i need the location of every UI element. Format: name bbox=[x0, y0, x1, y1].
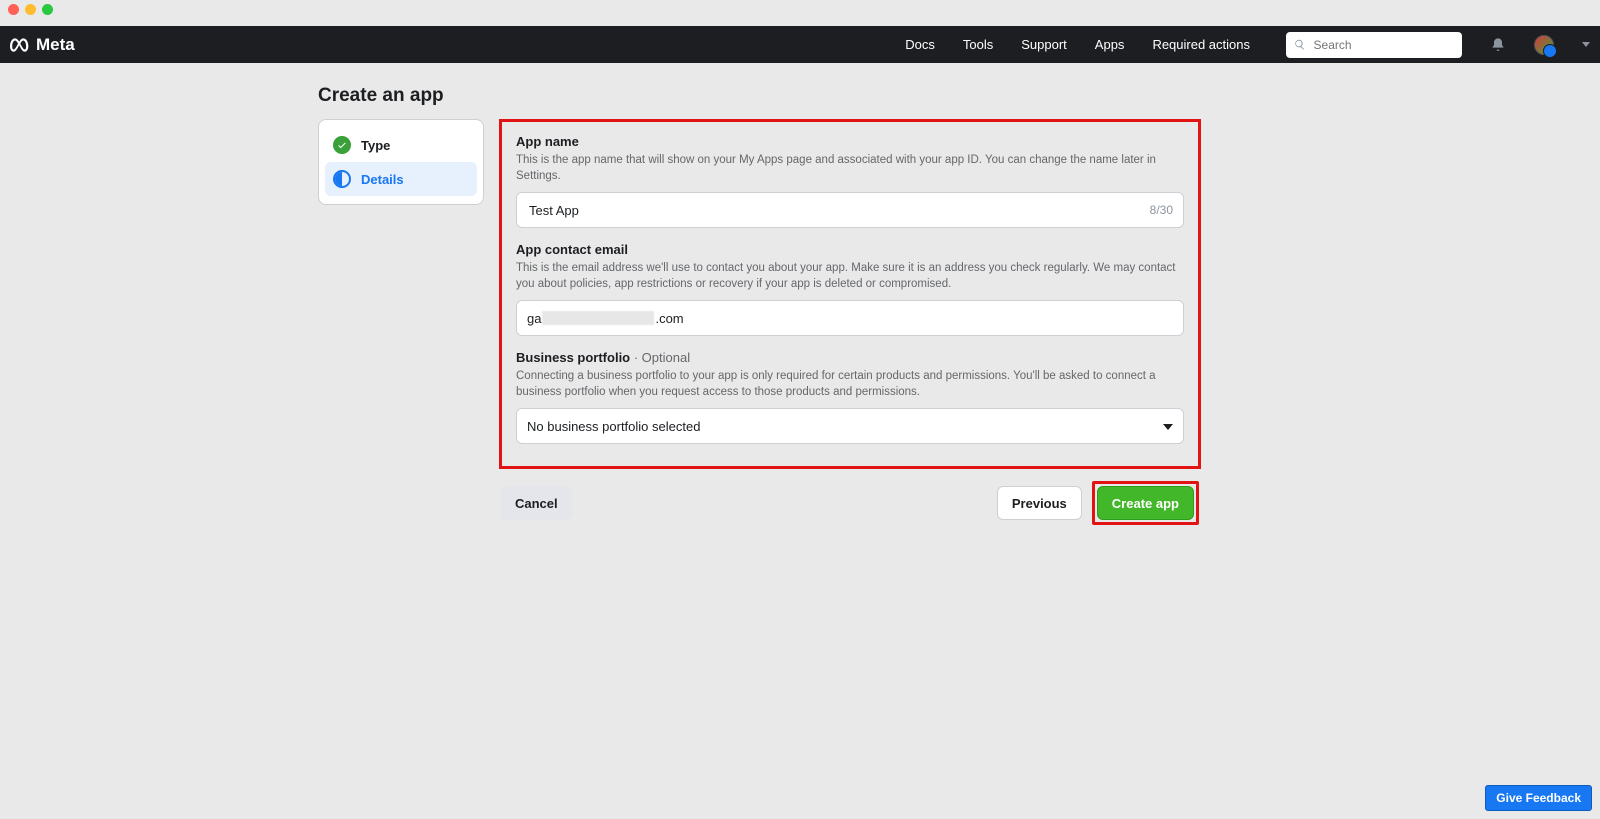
cancel-button[interactable]: Cancel bbox=[501, 486, 572, 520]
field-email: App contact email This is the email addr… bbox=[516, 242, 1184, 336]
app-name-input[interactable] bbox=[527, 202, 1142, 219]
account-menu-chevron-icon[interactable] bbox=[1582, 42, 1590, 47]
meta-logo-icon bbox=[10, 35, 30, 55]
portfolio-label: Business portfolio · Optional bbox=[516, 350, 1184, 365]
email-label: App contact email bbox=[516, 242, 1184, 257]
nav-docs[interactable]: Docs bbox=[905, 37, 935, 52]
nav-support[interactable]: Support bbox=[1021, 37, 1067, 52]
email-desc: This is the email address we'll use to c… bbox=[516, 261, 1184, 292]
step-details[interactable]: Details bbox=[325, 162, 477, 196]
app-name-desc: This is the app name that will show on y… bbox=[516, 153, 1184, 184]
step-details-label: Details bbox=[361, 172, 404, 187]
app-name-counter: 8/30 bbox=[1150, 203, 1173, 217]
window-traffic-lights bbox=[8, 4, 53, 15]
portfolio-desc: Connecting a business portfolio to your … bbox=[516, 369, 1184, 400]
page-title: Create an app bbox=[318, 85, 444, 107]
brand-name: Meta bbox=[36, 35, 75, 55]
zoom-window-dot[interactable] bbox=[42, 4, 53, 15]
half-circle-progress-icon bbox=[333, 170, 351, 188]
search-box[interactable] bbox=[1286, 32, 1462, 58]
step-type-label: Type bbox=[361, 138, 390, 153]
form-area: App name This is the app name that will … bbox=[499, 119, 1201, 525]
top-navbar: Meta Docs Tools Support Apps Required ac… bbox=[0, 26, 1600, 63]
minimize-window-dot[interactable] bbox=[25, 4, 36, 15]
give-feedback-button[interactable]: Give Feedback bbox=[1485, 785, 1592, 811]
page-content: Create an app Type Details App name This… bbox=[0, 63, 1600, 819]
step-type[interactable]: Type bbox=[325, 128, 477, 162]
fields-highlight-box: App name This is the app name that will … bbox=[499, 119, 1201, 469]
portfolio-selected-value: No business portfolio selected bbox=[527, 419, 700, 434]
close-window-dot[interactable] bbox=[8, 4, 19, 15]
brand-logo[interactable]: Meta bbox=[10, 35, 75, 55]
email-input-wrap[interactable]: ga .com bbox=[516, 300, 1184, 336]
search-icon bbox=[1294, 38, 1306, 51]
check-circle-icon bbox=[333, 136, 351, 154]
create-button-highlight: Create app bbox=[1092, 481, 1199, 525]
email-redacted bbox=[542, 311, 654, 325]
email-prefix: ga bbox=[527, 311, 541, 326]
field-portfolio: Business portfolio · Optional Connecting… bbox=[516, 350, 1184, 444]
create-app-button[interactable]: Create app bbox=[1097, 486, 1194, 520]
app-name-input-wrap[interactable]: 8/30 bbox=[516, 192, 1184, 228]
app-name-label: App name bbox=[516, 134, 1184, 149]
form-actions: Cancel Previous Create app bbox=[499, 481, 1201, 525]
dropdown-caret-icon bbox=[1163, 417, 1173, 435]
search-input[interactable] bbox=[1312, 37, 1454, 53]
nav-links: Docs Tools Support Apps Required actions bbox=[905, 32, 1590, 58]
field-app-name: App name This is the app name that will … bbox=[516, 134, 1184, 228]
steps-sidebar: Type Details bbox=[318, 119, 484, 205]
nav-required-actions[interactable]: Required actions bbox=[1152, 37, 1250, 52]
nav-apps[interactable]: Apps bbox=[1095, 37, 1125, 52]
notifications-icon[interactable] bbox=[1490, 37, 1506, 53]
email-suffix: .com bbox=[655, 311, 683, 326]
nav-tools[interactable]: Tools bbox=[963, 37, 993, 52]
user-avatar[interactable] bbox=[1534, 35, 1554, 55]
previous-button[interactable]: Previous bbox=[997, 486, 1082, 520]
portfolio-select[interactable]: No business portfolio selected bbox=[516, 408, 1184, 444]
